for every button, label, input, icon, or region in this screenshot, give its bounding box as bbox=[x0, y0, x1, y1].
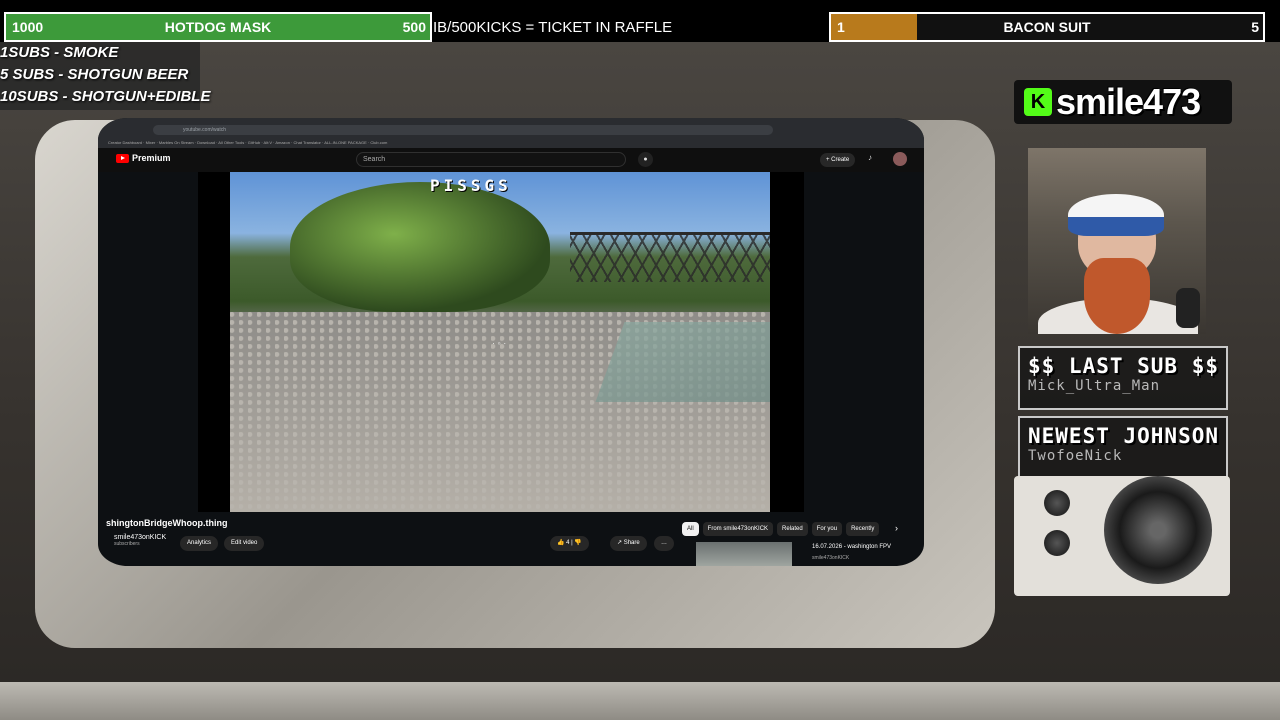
goal-bar-hotdog-mask: 1000 HOTDOG MASK 500 bbox=[4, 12, 432, 42]
share-button[interactable]: ↗ Share bbox=[610, 536, 647, 551]
truss-bridge bbox=[570, 232, 770, 302]
fpv-osd-text: PISSGS bbox=[430, 176, 512, 195]
recommended-title[interactable]: 16.07.2026 - washington FPV bbox=[812, 544, 891, 550]
bookmarks-bar: Creator Dashboard · Mixer · Marbles On S… bbox=[108, 140, 388, 145]
knob-icon bbox=[1044, 490, 1070, 516]
crosshair-icon: · ◦ · bbox=[492, 338, 507, 348]
kick-channel-name: smile473 bbox=[1056, 81, 1201, 122]
stream-overlay: youtube.com/watch Creator Dashboard · Mi… bbox=[0, 0, 1280, 720]
microphone-icon bbox=[1176, 288, 1200, 328]
edit-video-button[interactable]: Edit video bbox=[224, 536, 265, 551]
analytics-button[interactable]: Analytics bbox=[180, 536, 219, 551]
more-button[interactable]: … bbox=[654, 536, 674, 551]
webcam-feed bbox=[1028, 148, 1206, 334]
create-button[interactable]: + Create bbox=[820, 153, 856, 167]
subscriber-count: subscribers bbox=[114, 541, 140, 547]
kick-logo-icon: K bbox=[1024, 88, 1052, 116]
tv-base bbox=[0, 682, 1280, 720]
chevron-right-icon[interactable]: › bbox=[895, 523, 898, 533]
search-input[interactable]: Search bbox=[356, 152, 626, 167]
youtube-header: Premium Search ● + Create ♪ bbox=[98, 148, 924, 172]
knob-icon bbox=[1044, 530, 1070, 556]
recommendation-chips: All From smile473onKICK Related For you … bbox=[682, 522, 880, 536]
channel-name: smile473onKICK bbox=[114, 534, 167, 541]
tier-10: 10SUBS - SHOTGUN+EDIBLE bbox=[0, 88, 211, 105]
tier-5: 5 SUBS - SHOTGUN BEER bbox=[0, 66, 189, 83]
last-sub-name: Mick_Ultra_Man bbox=[1028, 378, 1161, 394]
share-label: Share bbox=[623, 540, 640, 546]
youtube-play-icon bbox=[116, 153, 129, 163]
newest-name: TwofoeNick bbox=[1028, 448, 1123, 464]
newest-heading: NEWEST JOHNSON bbox=[1028, 424, 1220, 448]
webcam-beard bbox=[1084, 258, 1150, 334]
chip-from-channel[interactable]: From smile473onKICK bbox=[702, 522, 774, 536]
recommended-thumbnail[interactable] bbox=[696, 542, 792, 566]
video-title: shingtonBridgeWhoop.thing bbox=[106, 518, 228, 528]
video-player[interactable]: PISSGS · ◦ · bbox=[198, 172, 804, 512]
newest-follower-panel: NEWEST JOHNSON TwofoeNick bbox=[1018, 416, 1228, 480]
tier-1: 1SUBS - SMOKE bbox=[0, 44, 119, 61]
create-label: Create bbox=[831, 157, 850, 163]
trees bbox=[290, 182, 550, 312]
last-sub-heading: $$ LAST SUB $$ bbox=[1028, 354, 1220, 378]
sub-tier-list: 1SUBS - SMOKE 5 SUBS - SHOTGUN BEER 10SU… bbox=[0, 42, 211, 110]
last-sub-panel: $$ LAST SUB $$ Mick_Ultra_Man bbox=[1018, 346, 1228, 410]
tv-screen: youtube.com/watch Creator Dashboard · Mi… bbox=[98, 118, 924, 566]
recommended-channel: smile473onKICK bbox=[812, 555, 850, 561]
mic-icon[interactable]: ● bbox=[638, 152, 653, 167]
chip-related[interactable]: Related bbox=[777, 522, 808, 536]
like-count: 4 bbox=[566, 540, 570, 546]
browser-bar: youtube.com/watch Creator Dashboard · Mi… bbox=[98, 118, 924, 148]
river-water bbox=[595, 322, 770, 402]
bell-icon[interactable]: ♪ bbox=[868, 153, 872, 162]
goal-end-value: 500 bbox=[402, 19, 426, 35]
tv-control-panel bbox=[1014, 476, 1230, 596]
goal-title: BACON SUIT bbox=[1003, 19, 1091, 35]
like-button[interactable]: 👍 4 | 👎 bbox=[550, 536, 589, 551]
raffle-text: IB/500KICKS = TICKET IN RAFFLE bbox=[433, 19, 673, 36]
chip-recently[interactable]: Recently bbox=[846, 522, 880, 536]
fpv-video-frame: PISSGS · ◦ · bbox=[230, 172, 770, 512]
avatar[interactable] bbox=[893, 152, 907, 166]
goal-title: HOTDOG MASK bbox=[164, 19, 272, 35]
address-bar[interactable]: youtube.com/watch bbox=[153, 125, 773, 135]
youtube-logo-label: Premium bbox=[132, 153, 171, 163]
chip-all[interactable]: All bbox=[682, 522, 699, 536]
youtube-logo[interactable]: Premium bbox=[116, 153, 171, 163]
goal-end-value: 5 bbox=[1251, 19, 1259, 35]
webcam-cap bbox=[1068, 194, 1164, 236]
channel-info[interactable]: smile473onKICK subscribers bbox=[114, 534, 166, 547]
channel-dial-icon bbox=[1104, 476, 1212, 584]
goal-bar-bacon-suit: 1 BACON SUIT 5 bbox=[829, 12, 1265, 42]
chip-for-you[interactable]: For you bbox=[811, 522, 843, 536]
kick-channel-banner: K smile473 bbox=[1014, 80, 1232, 124]
